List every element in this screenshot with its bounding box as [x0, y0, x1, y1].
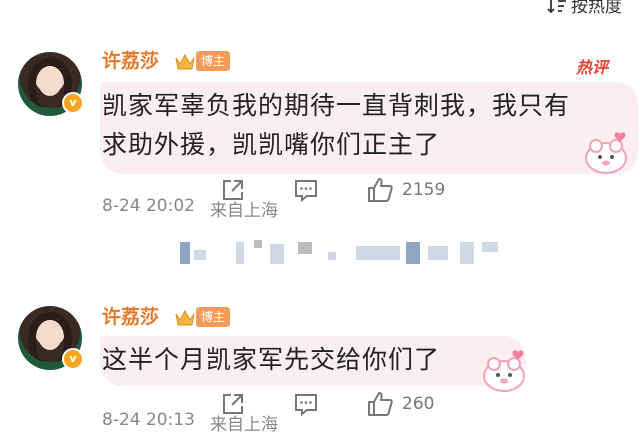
comment-item: v 许荔莎 博主 这半个月凯家军先交给你们了 8-24 20:13 来自上海 2… — [0, 290, 640, 448]
comment-time: 8-24 20:13 — [102, 410, 195, 430]
reply-button[interactable] — [293, 391, 319, 417]
like-button[interactable]: 2159 — [366, 176, 445, 204]
like-icon — [368, 392, 393, 416]
username[interactable]: 许荔莎 — [102, 302, 159, 329]
comment-text: 这半个月凯家军先交给你们了 — [102, 340, 440, 379]
blogger-tag: 博主 — [196, 51, 231, 71]
like-icon — [368, 178, 393, 202]
bubble-sticker-icon — [483, 350, 525, 392]
comment-time: 8-24 20:02 — [102, 196, 195, 216]
reply-button[interactable] — [293, 177, 319, 203]
like-count: 2159 — [402, 180, 446, 200]
comment-icon — [295, 180, 317, 203]
share-icon — [223, 394, 243, 414]
share-button[interactable] — [220, 177, 246, 203]
comment-text-line: 凯家军辜负我的期待一直背刺我，我只有 — [102, 91, 571, 120]
comment-text-line: 这半个月凯家军先交给你们了 — [102, 345, 441, 374]
blurred-reply-preview — [160, 236, 500, 268]
blogger-tag: 博主 — [196, 307, 231, 327]
bubble-sticker-icon — [585, 132, 627, 174]
comment-text-line: 求助外援，凯凯嘴你们正主了 — [102, 130, 441, 159]
comment-text: 凯家军辜负我的期待一直背刺我，我只有 求助外援，凯凯嘴你们正主了 — [102, 86, 570, 164]
verified-badge-icon: v — [62, 348, 84, 370]
comment-icon — [295, 394, 317, 417]
verified-badge-icon: v — [62, 92, 84, 114]
crown-icon — [175, 53, 195, 70]
comment-item: v 许荔莎 博主 热评 凯家军辜负我的期待一直背刺我，我只有 求助外援，凯凯嘴你… — [0, 0, 640, 230]
share-icon — [223, 180, 243, 200]
crown-icon — [175, 309, 195, 326]
like-count: 260 — [402, 394, 435, 414]
like-button[interactable]: 260 — [366, 390, 434, 418]
share-button[interactable] — [220, 391, 246, 417]
username[interactable]: 许荔莎 — [102, 46, 159, 73]
hot-comment-tag: 热评 — [575, 58, 608, 77]
